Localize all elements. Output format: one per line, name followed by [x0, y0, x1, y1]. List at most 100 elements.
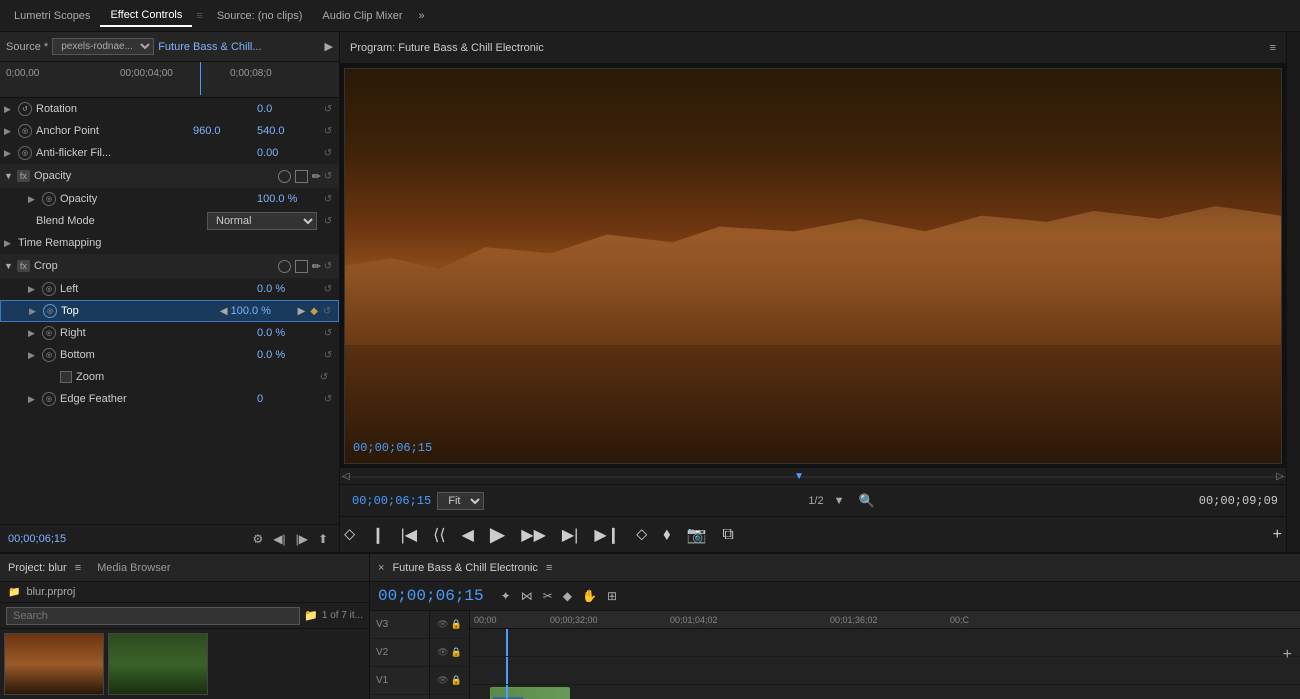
overwrite-btn[interactable]: ⬧ — [659, 526, 674, 544]
left-reset[interactable]: ↺ — [321, 284, 335, 295]
prev-frame-btn[interactable]: ◀| — [270, 532, 288, 546]
v3-eye-btn[interactable]: 👁 — [437, 619, 448, 630]
export-btn[interactable]: ⬆ — [315, 532, 331, 546]
edge-feather-value[interactable]: 0 — [257, 393, 317, 405]
anchor-reset[interactable]: ↺ — [321, 126, 335, 137]
left-expand[interactable]: ▶ — [28, 284, 42, 295]
tab-more[interactable]: » — [413, 10, 431, 22]
source-bar-arrow[interactable]: ▶ — [325, 40, 333, 53]
monitor-menu-btn[interactable]: ≡ — [1270, 42, 1276, 54]
project-panel-menu[interactable]: ≡ — [75, 562, 81, 574]
razor-tool[interactable]: ✂ — [540, 589, 556, 603]
top-right-arrow[interactable]: ▶ — [295, 306, 309, 317]
project-panel: Project: blur ≡ Media Browser 📁 blur.prp… — [0, 554, 370, 699]
blend-mode-select[interactable]: Normal — [207, 212, 317, 230]
right-value[interactable]: 0.0 % — [257, 327, 317, 339]
antiflicker-reset[interactable]: ↺ — [321, 148, 335, 159]
folder-icon: 📁 — [8, 587, 20, 598]
bottom-reset[interactable]: ↺ — [321, 350, 335, 361]
source-dropdown[interactable]: pexels-rodnae... — [52, 38, 154, 55]
add-marker-btn[interactable]: + — [1269, 526, 1286, 544]
project-panel-title: Project: blur — [8, 562, 67, 574]
opacity-value[interactable]: 100.0 % — [257, 193, 317, 205]
goto-out-btn[interactable]: ▶| — [558, 525, 582, 545]
video-clip-block[interactable] — [490, 687, 570, 699]
top-left-arrow[interactable]: ◀ — [217, 306, 231, 317]
anchor-value-x[interactable]: 960.0 — [193, 125, 253, 137]
funnel-icon[interactable]: ⚙ — [249, 532, 266, 546]
ripple-edit-tool[interactable]: ✦ — [498, 589, 514, 603]
goto-in-btn[interactable]: ⟨⟨ — [429, 525, 449, 545]
monitor-marker-row[interactable]: ▼ ◁ ▷ — [340, 468, 1286, 484]
opacity-expand[interactable]: ▶ — [28, 194, 42, 205]
mark-in-btn[interactable]: ⬦ — [340, 526, 359, 544]
export-frame-btn[interactable]: 📷 — [682, 525, 710, 545]
add-track-btn[interactable]: + — [1283, 646, 1292, 664]
step-back-btn[interactable]: |◀ — [397, 525, 421, 545]
bottom-expand[interactable]: ▶ — [28, 350, 42, 361]
v1-eye-btn[interactable]: 👁 — [437, 675, 448, 686]
tab-audio-mixer[interactable]: Audio Clip Mixer — [312, 6, 412, 26]
hand-tool[interactable]: ✋ — [579, 589, 600, 603]
right-reset[interactable]: ↺ — [321, 328, 335, 339]
media-browser-tab[interactable]: Media Browser — [97, 562, 170, 574]
clip-name[interactable]: Future Bass & Chill... — [158, 41, 261, 53]
opacity-reset[interactable]: ↺ — [321, 194, 335, 205]
anchor-expand[interactable]: ▶ — [4, 126, 18, 137]
left-value[interactable]: 0.0 % — [257, 283, 317, 295]
v2-eye-btn[interactable]: 👁 — [437, 647, 448, 658]
opacity-section-reset[interactable]: ↺ — [321, 171, 335, 182]
rotation-value[interactable]: 0.0 — [257, 103, 317, 115]
timeline-menu-btn[interactable]: ≡ — [546, 562, 552, 574]
v1-lock-btn[interactable]: 🔒 — [451, 675, 462, 686]
rotation-expand[interactable]: ▶ — [4, 104, 18, 115]
crop-section-header[interactable]: ▼ fx Crop ✏ ↺ — [0, 254, 339, 278]
link-tool[interactable]: ⋈ — [518, 589, 536, 603]
rotation-reset[interactable]: ↺ — [321, 104, 335, 115]
antiflicker-value[interactable]: 0.00 — [257, 147, 317, 159]
antiflicker-expand[interactable]: ▶ — [4, 148, 18, 159]
v2-lock-btn[interactable]: 🔒 — [451, 647, 462, 658]
crop-section-reset[interactable]: ↺ — [321, 261, 335, 272]
fit-dropdown[interactable]: Fit — [437, 492, 484, 510]
blend-mode-reset[interactable]: ↺ — [321, 216, 335, 227]
tab-lumetri[interactable]: Lumetri Scopes — [4, 6, 100, 26]
top-reset[interactable]: ↺ — [320, 306, 334, 317]
sequence-tool[interactable]: ⊞ — [604, 589, 620, 603]
track-ctrl-v2: 👁 🔒 — [430, 639, 469, 667]
edge-feather-expand[interactable]: ▶ — [28, 394, 42, 405]
prev-frame-btn[interactable]: ◀ — [458, 525, 478, 545]
next-frame-btn[interactable]: |▶ — [293, 532, 311, 546]
bottom-value[interactable]: 0.0 % — [257, 349, 317, 361]
time-remap-expand[interactable]: ▶ — [4, 238, 18, 249]
opacity-section-header[interactable]: ▼ fx Opacity ✏ ↺ — [0, 164, 339, 188]
step-fwd-btn[interactable]: ▶❙ — [590, 525, 624, 545]
tab-effect-controls[interactable]: Effect Controls — [100, 5, 192, 27]
zoom-tool-icon[interactable]: 🔍 — [859, 493, 875, 509]
scale-dropdown-btn[interactable]: ▼ — [834, 495, 845, 507]
zoom-checkbox[interactable] — [60, 371, 72, 383]
new-folder-btn[interactable]: 📁 — [304, 609, 318, 622]
insert-btn[interactable]: ⬦ — [632, 526, 651, 544]
mark-out-btn[interactable]: ❙ — [367, 525, 388, 545]
play-pause-btn[interactable]: ▶ — [486, 522, 509, 547]
timeline-timecode[interactable]: 00;00;06;15 — [370, 585, 492, 607]
edge-feather-reset[interactable]: ↺ — [321, 394, 335, 405]
v3-lock-btn[interactable]: 🔒 — [451, 619, 462, 630]
anchor-icon: ◎ — [18, 124, 32, 138]
zoom-reset[interactable]: ↺ — [317, 372, 331, 383]
right-scrollbar[interactable] — [1286, 32, 1300, 552]
monitor-playback-timecode[interactable]: 00;00;06;15 — [352, 494, 431, 508]
top-keyframe-diamond[interactable]: ◆ — [308, 306, 320, 317]
tab-source[interactable]: Source: (no clips) — [207, 6, 313, 26]
top-value[interactable]: 100.0 % — [231, 305, 291, 317]
marker-tool[interactable]: ◆ — [560, 589, 575, 603]
top-expand[interactable]: ▶ — [29, 306, 43, 317]
anchor-value-y[interactable]: 540.0 — [257, 125, 317, 137]
next-frame-btn[interactable]: ▶▶ — [517, 525, 550, 545]
project-search-input[interactable] — [6, 607, 300, 625]
multi-cam-btn[interactable]: ⧉ — [718, 526, 737, 544]
right-icon: ◎ — [42, 326, 56, 340]
right-expand[interactable]: ▶ — [28, 328, 42, 339]
timeline-close-btn[interactable]: × — [378, 562, 384, 574]
